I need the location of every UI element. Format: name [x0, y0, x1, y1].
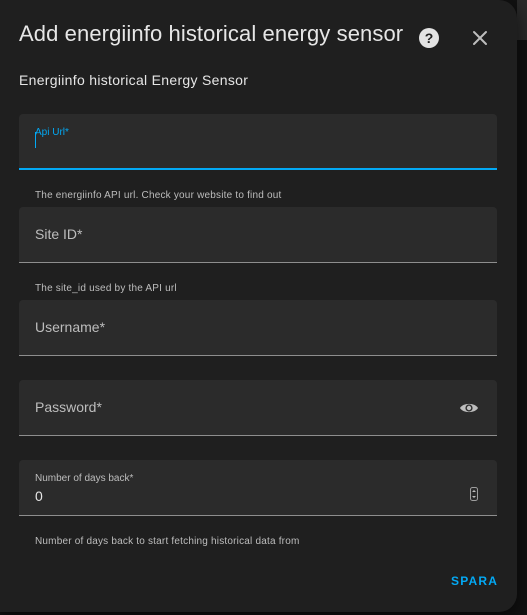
- days-back-helper: Number of days back to start fetching hi…: [35, 536, 300, 547]
- dialog-subtitle: Energiinfo historical Energy Sensor: [19, 72, 249, 88]
- days-back-field[interactable]: Number of days back* 0: [19, 460, 497, 516]
- site-id-helper: The site_id used by the API url: [35, 283, 177, 294]
- api-url-label: Api Url*: [35, 127, 69, 138]
- username-label: Username*: [35, 319, 106, 335]
- api-url-field[interactable]: Api Url*: [19, 114, 497, 170]
- close-icon[interactable]: [470, 28, 490, 48]
- number-spinner-icon[interactable]: [470, 487, 478, 501]
- username-field[interactable]: Username*: [19, 300, 497, 356]
- add-sensor-dialog: Add energiinfo historical energy sensor …: [0, 0, 517, 612]
- password-label: Password*: [35, 399, 102, 415]
- backdrop-strip: [517, 0, 527, 40]
- password-field[interactable]: Password*: [19, 380, 497, 436]
- site-id-label: Site ID*: [35, 226, 83, 242]
- days-back-value: 0: [35, 488, 43, 504]
- site-id-field[interactable]: Site ID*: [19, 207, 497, 263]
- days-back-label: Number of days back*: [35, 473, 134, 484]
- eye-icon[interactable]: [459, 399, 479, 417]
- dialog-title: Add energiinfo historical energy sensor: [19, 21, 404, 46]
- text-caret: [35, 132, 36, 148]
- api-url-helper: The energiinfo API url. Check your websi…: [35, 190, 282, 201]
- save-button[interactable]: SPARA: [445, 572, 504, 590]
- help-icon[interactable]: ?: [419, 28, 439, 48]
